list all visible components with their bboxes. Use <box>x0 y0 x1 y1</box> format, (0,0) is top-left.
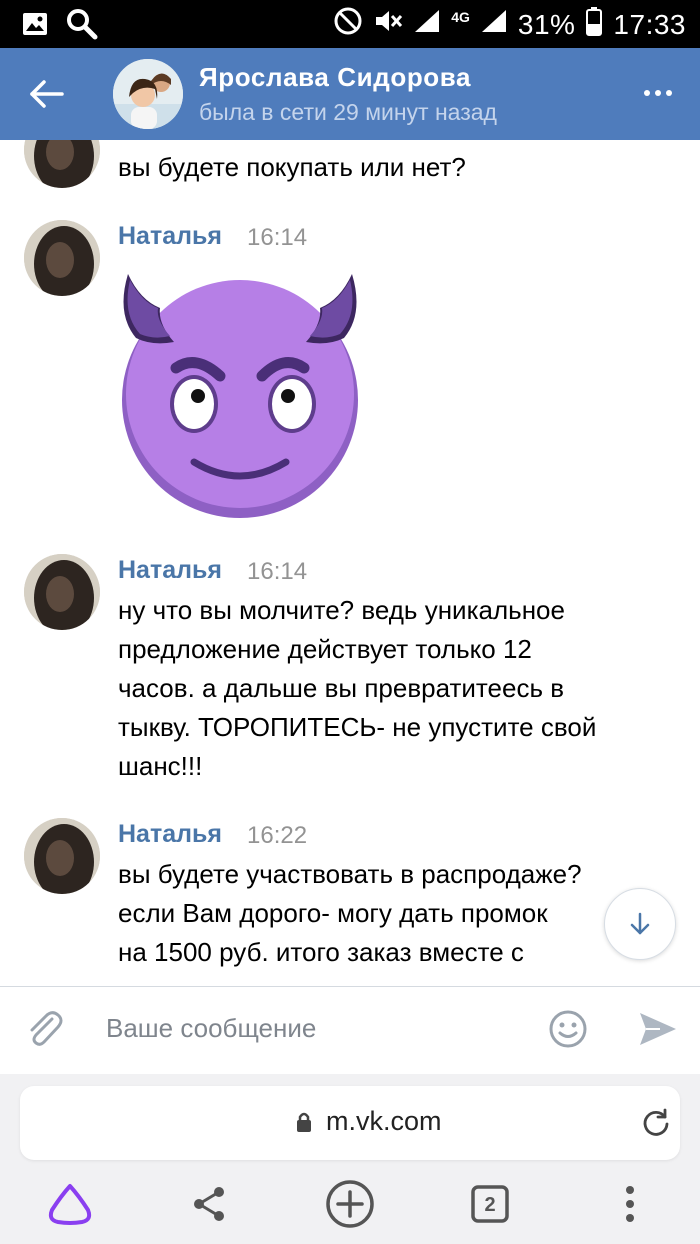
smile-icon <box>549 1010 587 1048</box>
share-icon <box>194 1187 224 1221</box>
message-text: вы будете покупать или нет? <box>118 152 466 182</box>
message-composer: Ваше сообщение <box>0 986 700 1074</box>
attach-button[interactable] <box>22 1007 66 1051</box>
signal-icon-2 <box>480 8 508 41</box>
message-line: ну что вы молчите? ведь уникальное <box>118 595 565 625</box>
message-time: 16:14 <box>247 558 308 585</box>
chat-header: Ярослава Сидорова была в сети 29 минут н… <box>0 48 700 140</box>
search-icon <box>66 8 98 45</box>
message-text: вы будете участвовать в распродаже? если… <box>118 855 658 972</box>
dnd-icon <box>333 6 363 43</box>
message-line: на 1500 руб. итого заказ вместе с <box>118 937 524 967</box>
message-line: вы будете участвовать в распродаже? <box>118 859 582 889</box>
message-time: 16:22 <box>247 822 308 849</box>
message-time: 16:14 <box>247 224 308 251</box>
lock-icon <box>297 1112 311 1132</box>
network-type: 4G <box>451 8 470 25</box>
message-input[interactable]: Ваше сообщение <box>106 1013 316 1044</box>
contact-avatar[interactable] <box>113 59 183 129</box>
more-options-button[interactable] <box>638 78 678 108</box>
devil-sticker[interactable] <box>118 264 362 518</box>
sender-name[interactable]: Наталья <box>118 222 222 251</box>
more-dot <box>644 90 650 96</box>
arrow-left-icon <box>30 80 64 108</box>
signal-icon <box>413 8 441 41</box>
contact-status: была в сети 29 минут назад <box>199 99 497 125</box>
sender-avatar[interactable] <box>24 220 100 296</box>
message-line: часов. а дальше вы превратитеесь в <box>118 673 565 703</box>
status-bar: 4G 31% 17:33 <box>0 0 700 48</box>
tabs-count: 2 <box>484 1194 495 1216</box>
alice-icon <box>48 1184 92 1225</box>
send-button[interactable] <box>636 1007 680 1051</box>
browser-menu-button[interactable] <box>604 1178 656 1230</box>
message-line: шанс!!! <box>118 751 203 781</box>
back-button[interactable] <box>22 72 70 116</box>
message-line: тыкву. ТОРОПИТЕСЬ- не упустите свой <box>118 712 597 742</box>
kebab-menu-icon <box>626 1186 634 1222</box>
send-icon <box>640 1013 676 1045</box>
mute-icon <box>373 6 403 43</box>
battery-percent: 31% <box>517 8 576 40</box>
message-list[interactable]: вы будете покупать или нет? Наталья 16:1… <box>0 140 700 986</box>
sender-avatar[interactable] <box>24 140 100 188</box>
browser-toolbar: m.vk.com 2 <box>0 1074 700 1244</box>
plus-circle-icon <box>326 1180 374 1228</box>
url-text: m.vk.com <box>326 1106 442 1136</box>
battery-icon <box>585 6 603 43</box>
reload-icon[interactable] <box>640 1106 672 1138</box>
paperclip-icon <box>30 1011 63 1046</box>
tabs-button[interactable]: 2 <box>464 1178 516 1230</box>
arrow-down-icon <box>630 912 650 935</box>
address-bar[interactable]: m.vk.com <box>20 1086 680 1160</box>
sender-avatar[interactable] <box>24 818 100 894</box>
gallery-icon <box>22 11 48 42</box>
message-text: ну что вы молчите? ведь уникальное предл… <box>118 591 658 786</box>
sender-avatar[interactable] <box>24 554 100 630</box>
emoji-button[interactable] <box>548 1009 588 1049</box>
tabs-icon: 2 <box>471 1185 509 1223</box>
message-line: если Вам дорого- могу дать промок <box>118 898 548 928</box>
new-tab-button[interactable] <box>324 1178 376 1230</box>
share-button[interactable] <box>183 1178 235 1230</box>
contact-name[interactable]: Ярослава Сидорова <box>199 62 471 93</box>
more-dot <box>655 90 661 96</box>
scroll-down-button[interactable] <box>604 888 676 960</box>
sender-name[interactable]: Наталья <box>118 820 222 849</box>
alice-button[interactable] <box>44 1178 96 1230</box>
more-dot <box>666 90 672 96</box>
message-line: предложение действует только 12 <box>118 634 532 664</box>
sender-name[interactable]: Наталья <box>118 556 222 585</box>
clock: 17:33 <box>613 8 686 40</box>
